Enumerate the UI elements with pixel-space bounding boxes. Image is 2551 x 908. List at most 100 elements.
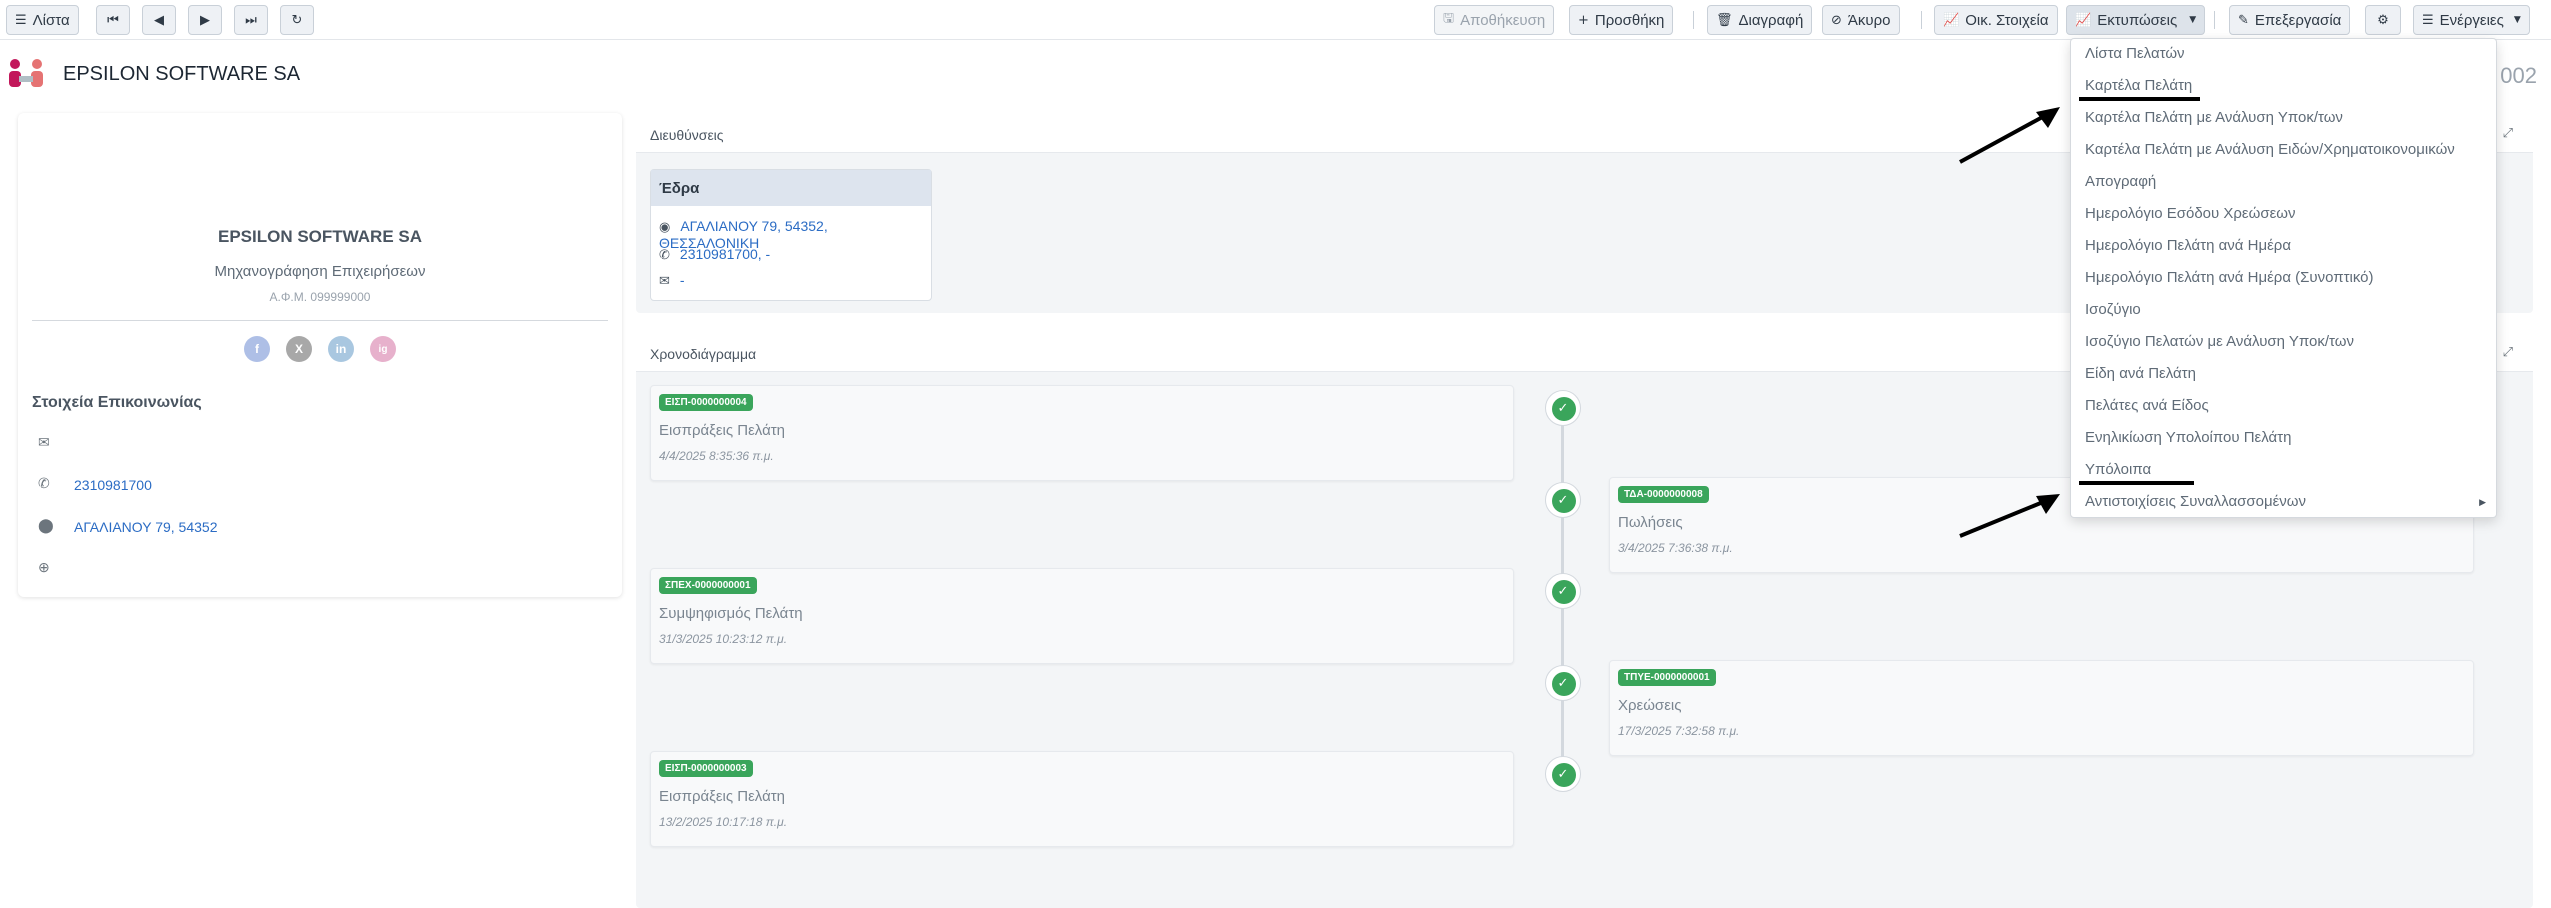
document-badge: ΣΠΕΧ-0000000001 — [659, 577, 757, 594]
map-marker-icon: ⬤ — [38, 517, 54, 533]
timeline-card[interactable]: ΣΠΕΧ-0000000001 Συμψηφισμός Πελάτη 31/3/… — [650, 568, 1514, 664]
linkedin-letter: in — [335, 342, 347, 356]
document-badge: ΕΙΣΠ-0000000004 — [659, 394, 753, 411]
timeline-date: 3/4/2025 7:36:38 π.μ. — [1618, 541, 1733, 555]
prints-button-label: Εκτυπώσεις — [2097, 11, 2178, 29]
financial-button-label: Οικ. Στοιχεία — [1965, 11, 2049, 29]
map-marker-icon: ◉ — [659, 220, 671, 235]
timeline-title: Χρεώσεις — [1618, 697, 1682, 714]
record-number: 002 — [2500, 63, 2537, 88]
check-icon: ✓ — [1557, 766, 1569, 782]
address-card: Έδρα ◉ ΑΓΑΛΙΑΝΟΥ 79, 54352, ΘΕΣΣΑΛΟΝΙΚΗ ✆… — [650, 169, 932, 301]
timeline-card[interactable]: ΕΙΣΠ-0000000003 Εισπράξεις Πελάτη 13/2/2… — [650, 751, 1514, 847]
facebook-icon[interactable]: f — [244, 336, 270, 362]
timeline-panel-title: Χρονοδιάγραμμα — [650, 346, 757, 362]
menu-item-customer-card[interactable]: Καρτέλα Πελάτη — [2085, 77, 2192, 94]
linkedin-icon[interactable]: in — [328, 336, 354, 362]
caret-down-icon: ▼ — [2513, 15, 2521, 25]
customer-name: EPSILON SOFTWARE SA — [217, 227, 423, 246]
divider — [32, 320, 608, 321]
plus-icon: + — [1578, 12, 1589, 28]
timeline-date: 4/4/2025 8:35:36 π.μ. — [659, 449, 774, 463]
menu-item-transaction-matching[interactable]: Αντιστοιχίσεις Συναλλασσομένων — [2085, 493, 2306, 510]
save-icon: 🖫 — [1443, 11, 1455, 26]
first-record-button[interactable]: ⏮ — [96, 5, 130, 35]
prints-dropdown-menu: Λίστα Πελατών Καρτέλα Πελάτη Καρτέλα Πελ… — [2070, 38, 2497, 518]
email-link[interactable]: - — [680, 272, 685, 288]
refresh-button[interactable]: ↻ — [280, 5, 314, 35]
timeline-title: Εισπράξεις Πελάτη — [659, 422, 786, 439]
phone-line: ✆ 2310981700, - — [659, 246, 770, 263]
save-button-label: Αποθήκευση — [1460, 11, 1546, 29]
menu-item-inventory[interactable]: Απογραφή — [2085, 173, 2156, 190]
next-record-button[interactable]: ▶ — [188, 5, 222, 35]
caret-down-icon: ▼ — [2189, 15, 2197, 25]
menu-item-customers-per-item[interactable]: Πελάτες ανά Είδος — [2085, 397, 2209, 414]
menu-item-trial-balance-branches[interactable]: Ισοζύγιο Πελατών με Ανάλυση Υποκ/των — [2085, 333, 2354, 350]
trash-icon: 🗑 — [1716, 12, 1733, 28]
document-badge: ΤΔΑ-0000000008 — [1618, 486, 1709, 503]
previous-record-button[interactable]: ◀ — [142, 5, 176, 35]
timeline-title: Εισπράξεις Πελάτη — [659, 788, 786, 805]
timeline-card[interactable]: ΕΙΣΠ-0000000004 Εισπράξεις Πελάτη 4/4/20… — [650, 385, 1514, 481]
menu-item-customer-card-items[interactable]: Καρτέλα Πελάτη με Ανάλυση Ειδών/Χρηματοι… — [2085, 141, 2455, 158]
toolbar-divider — [2214, 11, 2215, 29]
phone-link[interactable]: 2310981700, - — [680, 246, 770, 262]
refresh-icon: ↻ — [291, 12, 303, 28]
document-badge: ΤΠΥΕ-0000000001 — [1618, 669, 1716, 686]
timeline-date: 13/2/2025 10:17:18 π.μ. — [659, 815, 788, 829]
globe-icon: ⊕ — [38, 559, 50, 575]
contact-phone-link[interactable]: 2310981700 — [74, 477, 152, 493]
x-letter: X — [294, 342, 303, 356]
save-button[interactable]: 🖫 Αποθήκευση — [1434, 5, 1555, 35]
menu-item-customer-journal-daily[interactable]: Ημερολόγιο Πελάτη ανά Ημέρα — [2085, 237, 2291, 254]
list-button[interactable]: ☰ Λίστα — [6, 5, 79, 35]
edit-button[interactable]: ✎ Επεξεργασία — [2229, 5, 2351, 35]
facebook-letter: f — [255, 342, 259, 356]
envelope-icon: ✉ — [659, 274, 670, 289]
menu-item-trial-balance[interactable]: Ισοζύγιο — [2085, 301, 2141, 318]
address-card-title: Έδρα — [651, 170, 931, 206]
list-button-label: Λίστα — [32, 11, 70, 29]
last-record-button[interactable]: ⏭ — [234, 5, 268, 35]
contact-address-link[interactable]: ΑΓΑΛΙΑΝΟΥ 79, 54352 — [74, 519, 218, 535]
gears-icon: ⚙ — [2377, 12, 2389, 28]
ban-icon: ⊘ — [1831, 12, 1842, 28]
envelope-icon: ✉ — [38, 434, 50, 450]
delete-button[interactable]: 🗑 Διαγραφή — [1707, 5, 1813, 35]
addresses-panel-title: Διευθύνσεις — [650, 127, 724, 143]
check-icon: ✓ — [1557, 400, 1569, 416]
check-icon: ✓ — [1557, 492, 1569, 508]
add-button[interactable]: + Προσθήκη — [1569, 5, 1674, 35]
settings-button[interactable]: ⚙ — [2365, 5, 2401, 35]
menu-item-customer-journal-daily-summary[interactable]: Ημερολόγιο Πελάτη ανά Ημέρα (Συνοπτικό) — [2085, 269, 2374, 286]
menu-icon: ☰ — [2422, 12, 2434, 28]
contact-info-title: Στοιχεία Επικοινωνίας — [32, 394, 202, 411]
phone-icon: ✆ — [38, 475, 50, 491]
cancel-button[interactable]: ⊘ Άκυρο — [1822, 5, 1900, 35]
check-icon: ✓ — [1557, 675, 1569, 691]
list-icon: ☰ — [15, 12, 27, 28]
expand-icon[interactable]: ⤢ — [2503, 344, 2513, 360]
customer-afm: Α.Φ.Μ. 099999000 — [269, 290, 371, 304]
menu-item-balance-aging[interactable]: Ενηλικίωση Υπολοίπου Πελάτη — [2085, 429, 2291, 446]
instagram-letter: ig — [378, 343, 388, 355]
actions-button-label: Ενέργειες — [2439, 11, 2504, 29]
menu-item-income-journal[interactable]: Ημερολόγιο Εσόδου Χρεώσεων — [2085, 205, 2295, 222]
x-twitter-icon[interactable]: X — [286, 336, 312, 362]
toolbar-divider — [1693, 11, 1694, 29]
expand-icon[interactable]: ⤢ — [2503, 125, 2513, 141]
menu-item-customer-list[interactable]: Λίστα Πελατών — [2085, 45, 2185, 62]
menu-item-items-per-customer[interactable]: Είδη ανά Πελάτη — [2085, 365, 2196, 382]
prints-dropdown-button[interactable]: 📈 Εκτυπώσεις ▼ — [2066, 5, 2206, 35]
first-icon: ⏮ — [107, 12, 119, 28]
actions-dropdown-button[interactable]: ☰ Ενέργειες ▼ — [2413, 5, 2530, 35]
financial-button[interactable]: 📈 Οικ. Στοιχεία — [1934, 5, 2058, 35]
menu-item-customer-card-branches[interactable]: Καρτέλα Πελάτη με Ανάλυση Υποκ/των — [2085, 109, 2343, 126]
instagram-icon[interactable]: ig — [370, 336, 396, 362]
add-button-label: Προσθήκη — [1594, 11, 1665, 29]
timeline-date: 17/3/2025 7:32:58 π.μ. — [1618, 724, 1740, 738]
timeline-title: Πωλήσεις — [1618, 514, 1683, 531]
timeline-card[interactable]: ΤΠΥΕ-0000000001 Χρεώσεις 17/3/2025 7:32:… — [1609, 660, 2474, 756]
menu-item-balances[interactable]: Υπόλοιπα — [2085, 461, 2151, 478]
